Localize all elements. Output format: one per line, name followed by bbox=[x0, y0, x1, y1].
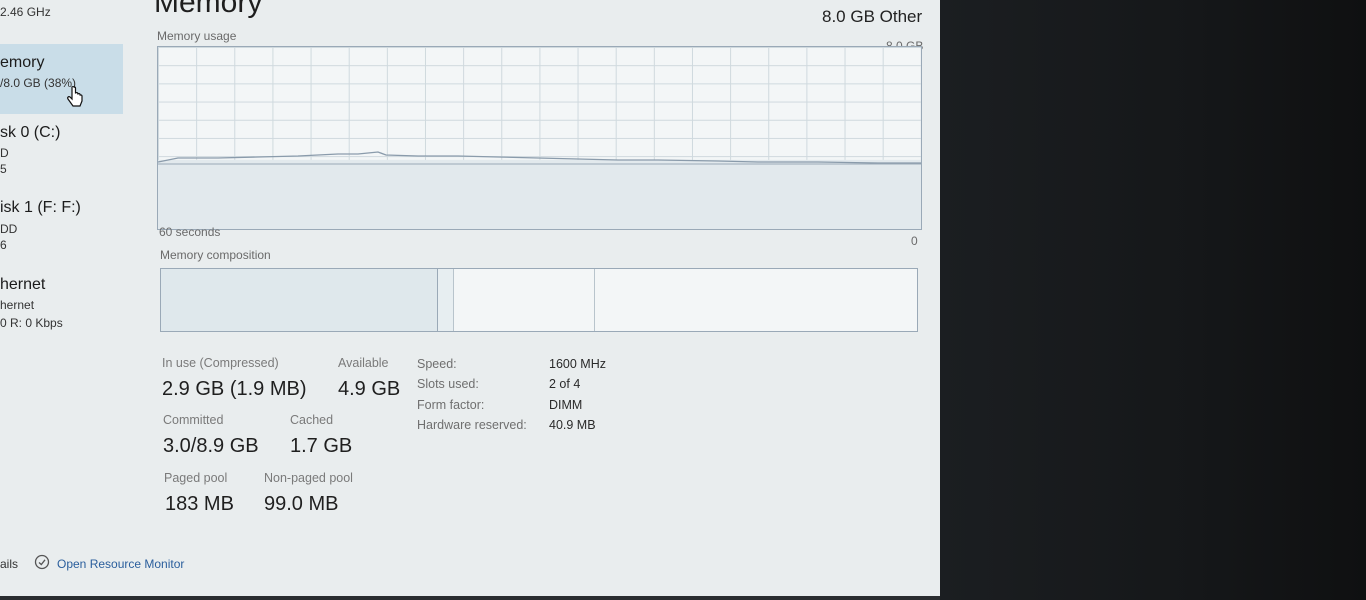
task-manager-window: 2.46 GHz emory /8.0 GB (38%) sk 0 (C:) D… bbox=[0, 0, 940, 597]
memory-usage-graph bbox=[157, 46, 922, 230]
committed-value: 3.0/8.9 GB bbox=[163, 435, 259, 457]
memory-composition-bar bbox=[160, 268, 918, 332]
sidebar-item-label: hernet bbox=[0, 276, 46, 293]
open-resource-monitor-link[interactable]: Open Resource Monitor bbox=[57, 557, 184, 571]
graph-min-label: 0 bbox=[911, 234, 918, 248]
cached-label: Cached bbox=[290, 413, 334, 427]
spec-value: 2 of 4 bbox=[549, 377, 581, 391]
sidebar-item-label: sk 0 (C:) bbox=[0, 124, 61, 141]
memory-total-label: 8.0 GB Other bbox=[822, 7, 923, 26]
available-value: 4.9 GB bbox=[338, 378, 401, 400]
spec-label: Form factor: bbox=[417, 398, 485, 412]
non-paged-pool-value: 99.0 MB bbox=[264, 493, 339, 515]
committed-label: Committed bbox=[163, 413, 224, 427]
graph-time-label: 60 seconds bbox=[159, 225, 221, 239]
memory-panel: Memory 8.0 GB Other Memory usage 8.0 GB … bbox=[130, 0, 940, 597]
paged-pool-value: 183 MB bbox=[165, 493, 234, 515]
available-label: Available bbox=[338, 356, 389, 370]
composition-standby bbox=[454, 269, 595, 331]
sidebar-item-memory[interactable]: emory /8.0 GB (38%) bbox=[0, 44, 123, 114]
memory-composition-label: Memory composition bbox=[160, 248, 271, 262]
spec-label: Speed: bbox=[417, 357, 457, 371]
sidebar-item-detail: /8.0 GB (38%) bbox=[0, 76, 77, 90]
hand-cursor-icon bbox=[67, 86, 83, 107]
spec-value: DIMM bbox=[549, 398, 583, 412]
composition-modified bbox=[438, 269, 454, 331]
sidebar-item-detail: 5 bbox=[0, 162, 7, 176]
cached-value: 1.7 GB bbox=[290, 435, 353, 457]
spec-label: Hardware reserved: bbox=[417, 418, 527, 432]
sidebar-item-detail: hernet bbox=[0, 298, 35, 312]
dark-background bbox=[940, 0, 1366, 600]
spec-label: Slots used: bbox=[417, 377, 479, 391]
memory-usage-label: Memory usage bbox=[157, 29, 237, 43]
usage-fill bbox=[158, 159, 921, 229]
non-paged-pool-label: Non-paged pool bbox=[264, 471, 353, 485]
composition-in-use bbox=[161, 269, 438, 331]
fewer-details-link[interactable]: ails bbox=[0, 557, 18, 571]
spec-value: 40.9 MB bbox=[549, 418, 596, 432]
composition-free bbox=[595, 269, 917, 331]
performance-sidebar: 2.46 GHz emory /8.0 GB (38%) sk 0 (C:) D… bbox=[0, 0, 124, 597]
in-use-label: In use (Compressed) bbox=[162, 356, 279, 370]
sidebar-item-detail: 6 bbox=[0, 238, 7, 252]
page-title: Memory bbox=[154, 0, 263, 19]
sidebar-item-label: isk 1 (F: F:) bbox=[0, 199, 81, 216]
cpu-speed-text: 2.46 GHz bbox=[0, 5, 51, 19]
resource-monitor-icon bbox=[34, 554, 50, 570]
sidebar-item-detail: DD bbox=[0, 222, 18, 236]
spec-value: 1600 MHz bbox=[549, 357, 606, 371]
sidebar-item-label: emory bbox=[0, 54, 45, 71]
sidebar-item-detail: 0 R: 0 Kbps bbox=[0, 316, 63, 330]
paged-pool-label: Paged pool bbox=[164, 471, 228, 485]
sidebar-item-detail: D bbox=[0, 146, 9, 160]
in-use-value: 2.9 GB (1.9 MB) bbox=[162, 378, 307, 400]
screen-bezel-edge bbox=[0, 596, 940, 600]
